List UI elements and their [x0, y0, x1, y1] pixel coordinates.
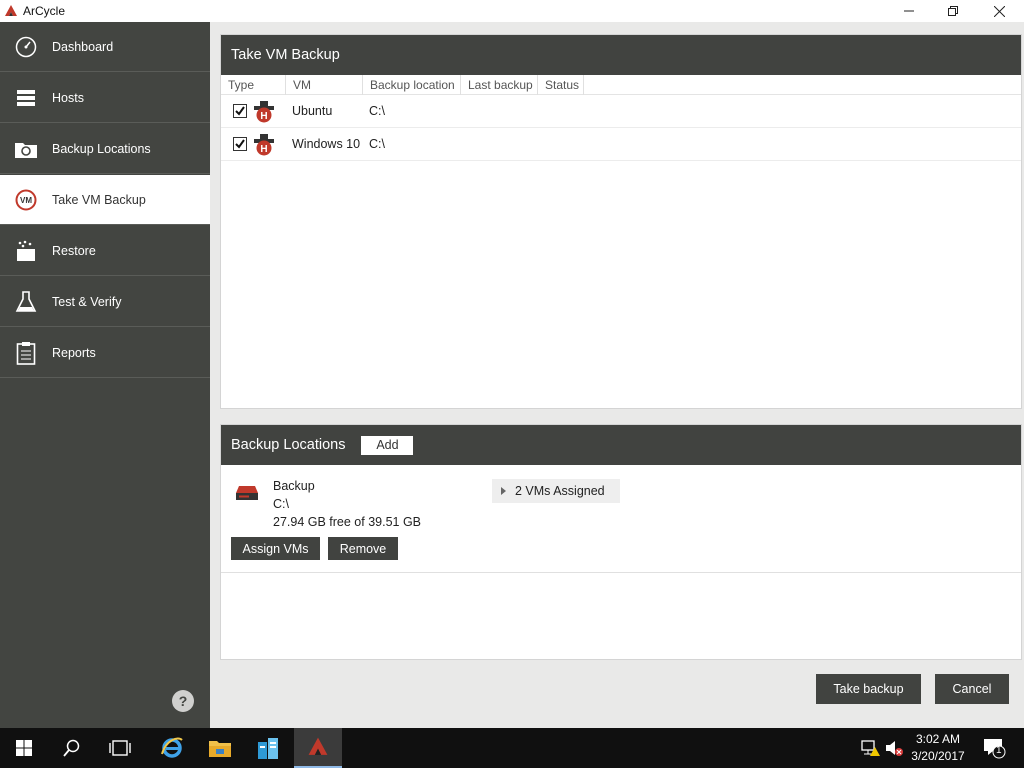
sidebar-item-label: Hosts	[52, 90, 84, 105]
assign-vms-button[interactable]: Assign VMs	[231, 537, 320, 560]
clock-date: 3/20/2017	[911, 749, 965, 763]
app-title: ArCycle	[23, 4, 66, 18]
start-button[interactable]	[0, 728, 48, 768]
taskbar: 3:02 AM 3/20/2017 1	[0, 728, 1024, 768]
table-row[interactable]: H Windows 10 C:\	[221, 128, 1021, 161]
sidebar-item-label: Restore	[52, 243, 96, 258]
column-header-backup-location[interactable]: Backup location	[363, 75, 461, 95]
search-icon	[63, 739, 80, 757]
svg-text:VM: VM	[20, 196, 32, 205]
column-header-last-backup[interactable]: Last backup	[461, 75, 538, 95]
vms-assigned-label: 2 VMs Assigned	[515, 484, 605, 498]
locations-panel-header: Backup Locations Add	[221, 425, 1021, 465]
volume-muted-icon[interactable]	[884, 738, 904, 758]
sidebar-item-take-vm-backup[interactable]: VM Take VM Backup	[0, 175, 210, 225]
remove-location-button[interactable]: Remove	[328, 537, 398, 560]
column-header-status[interactable]: Status	[538, 75, 584, 95]
sidebar-item-label: Reports	[52, 345, 96, 360]
vm-panel-title: Take VM Backup	[231, 47, 340, 63]
vm-table-header: Type VM Backup location Last backup Stat…	[221, 75, 1021, 95]
vm-name: Ubuntu	[292, 104, 333, 118]
sidebar-item-label: Test & Verify	[52, 294, 122, 309]
task-view-button[interactable]	[96, 728, 144, 768]
hyperv-host-icon: H	[254, 101, 274, 123]
main-content: Take VM Backup Type VM Backup location L…	[210, 22, 1024, 728]
action-center-button[interactable]: 1	[982, 738, 1006, 759]
search-button[interactable]	[48, 728, 96, 768]
hyperv-host-icon: H	[254, 134, 274, 156]
locations-panel-title: Backup Locations	[231, 437, 346, 453]
help-button[interactable]: ?	[172, 690, 194, 712]
system-clock[interactable]: 3:02 AM 3/20/2017	[905, 731, 971, 765]
arcycle-logo-icon	[308, 737, 328, 755]
location-item: Backup C:\ 27.94 GB free of 39.51 GB Ass…	[221, 465, 1021, 573]
location-path: C:\	[273, 497, 289, 511]
vm-backup-location: C:\	[369, 137, 385, 151]
title-bar: ArCycle	[0, 0, 1024, 22]
file-explorer-button[interactable]	[196, 728, 244, 768]
gauge-icon	[14, 35, 38, 59]
expand-arrow-icon	[501, 487, 506, 495]
vm-panel-header: Take VM Backup	[221, 35, 1021, 75]
minimize-icon	[904, 10, 914, 12]
sidebar-item-test-verify[interactable]: Test & Verify	[0, 277, 210, 327]
row-checkbox[interactable]	[233, 104, 247, 118]
close-button[interactable]	[976, 0, 1022, 22]
sidebar-item-restore[interactable]: Restore	[0, 226, 210, 276]
restore-box-icon	[14, 239, 38, 263]
arcycle-logo-icon	[5, 5, 17, 16]
folder-icon	[209, 741, 231, 757]
internet-explorer-button[interactable]	[148, 728, 196, 768]
vm-backup-location: C:\	[369, 104, 385, 118]
task-view-icon	[109, 740, 131, 756]
sidebar-item-reports[interactable]: Reports	[0, 328, 210, 378]
vm-name: Windows 10	[292, 137, 361, 151]
close-icon	[993, 5, 1005, 17]
vms-assigned-expander[interactable]: 2 VMs Assigned	[492, 479, 620, 503]
sidebar-item-label: Dashboard	[52, 39, 114, 54]
windows-logo-icon	[16, 740, 32, 756]
server-manager-icon	[258, 738, 278, 759]
network-warning-icon[interactable]	[860, 738, 880, 758]
sidebar-item-label: Backup Locations	[52, 141, 151, 156]
minimize-button[interactable]	[886, 0, 932, 22]
table-row[interactable]: H Ubuntu C:\	[221, 95, 1021, 128]
sidebar-item-hosts[interactable]: Hosts	[0, 73, 210, 123]
location-free-space: 27.94 GB free of 39.51 GB	[273, 515, 422, 529]
sidebar-item-label: Take VM Backup	[52, 192, 146, 207]
restore-icon	[948, 6, 958, 16]
notification-count: 1	[996, 745, 1002, 756]
hard-drive-icon	[236, 486, 258, 500]
svg-text:H: H	[260, 111, 267, 122]
checkmark-icon	[235, 139, 245, 149]
clipboard-icon	[14, 341, 38, 365]
clock-time: 3:02 AM	[915, 732, 961, 746]
flask-icon	[14, 290, 38, 314]
column-header-type[interactable]: Type	[221, 75, 286, 95]
restore-button[interactable]	[930, 0, 976, 22]
vm-icon: VM	[14, 188, 38, 212]
checkmark-icon	[235, 106, 245, 116]
arcycle-taskbar-button[interactable]	[294, 728, 342, 768]
add-location-button[interactable]: Add	[361, 435, 414, 455]
server-rack-icon	[14, 86, 38, 110]
backup-locations-panel: Backup Locations Add Backup C:\ 27.94 GB…	[220, 424, 1022, 660]
backup-folder-icon	[14, 137, 38, 161]
sidebar: Dashboard Hosts Backup Locations VM Take…	[0, 22, 210, 728]
server-manager-button[interactable]	[244, 728, 292, 768]
internet-explorer-icon	[161, 737, 183, 758]
svg-text:H: H	[260, 144, 267, 155]
column-header-vm[interactable]: VM	[286, 75, 363, 95]
cancel-button[interactable]: Cancel	[935, 674, 1009, 704]
take-backup-button[interactable]: Take backup	[816, 674, 921, 704]
vm-backup-panel: Take VM Backup Type VM Backup location L…	[220, 34, 1022, 409]
sidebar-item-dashboard[interactable]: Dashboard	[0, 22, 210, 72]
location-name: Backup	[273, 479, 315, 493]
notification-icon	[984, 739, 1006, 759]
sidebar-item-backup-locations[interactable]: Backup Locations	[0, 124, 210, 174]
row-checkbox[interactable]	[233, 137, 247, 151]
